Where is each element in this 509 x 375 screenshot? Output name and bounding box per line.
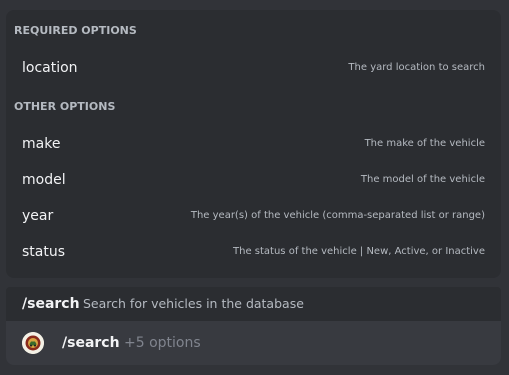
input-command-text: /search — [62, 335, 120, 351]
option-description: The yard location to search — [348, 62, 485, 73]
option-year[interactable]: year The year(s) of the vehicle (comma-s… — [10, 198, 497, 234]
option-model[interactable]: model The model of the vehicle — [10, 162, 497, 198]
input-options-hint: +5 options — [124, 335, 201, 351]
option-make[interactable]: make The make of the vehicle — [10, 126, 497, 162]
option-name: status — [22, 244, 66, 260]
command-name: /search — [22, 296, 80, 312]
option-name: location — [22, 60, 78, 76]
option-name: model — [22, 172, 66, 188]
other-options-heading: OTHER OPTIONS — [14, 100, 116, 113]
options-autocomplete-popup: REQUIRED OPTIONS location The yard locat… — [6, 10, 501, 278]
required-options-heading: REQUIRED OPTIONS — [14, 24, 137, 37]
option-name: make — [22, 136, 61, 152]
option-description: The status of the vehicle | New, Active,… — [233, 246, 485, 257]
option-description: The make of the vehicle — [364, 138, 485, 149]
option-location[interactable]: location The yard location to search — [10, 50, 497, 86]
command-description: Search for vehicles in the database — [83, 296, 304, 311]
option-description: The model of the vehicle — [360, 174, 485, 185]
command-header: /search Search for vehicles in the datab… — [6, 287, 501, 321]
option-description: The year(s) of the vehicle (comma-separa… — [190, 210, 485, 221]
bot-avatar-icon — [22, 332, 44, 354]
option-name: year — [22, 208, 54, 224]
message-input[interactable]: /search +5 options — [6, 321, 501, 365]
option-status[interactable]: status The status of the vehicle | New, … — [10, 234, 497, 270]
